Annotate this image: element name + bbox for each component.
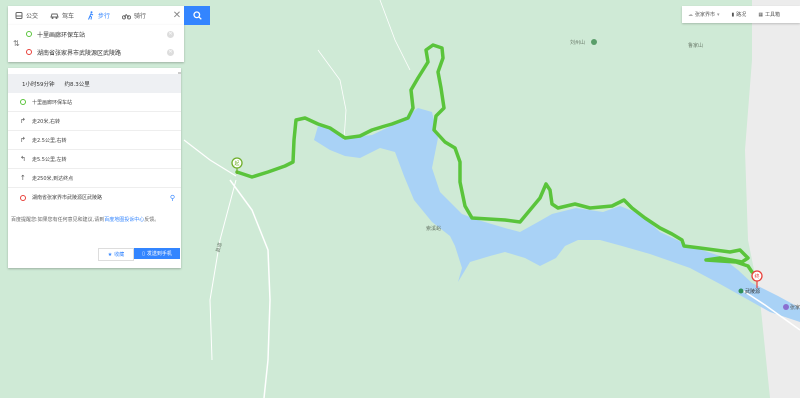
clear-end-button[interactable]: ✕ [167,48,174,56]
distance: 约8.3公里 [64,81,90,88]
star-icon: ★ [107,251,113,258]
map-label-water: 索溪峪 [426,226,442,232]
traffic-button[interactable]: ▮ 路况 [726,6,753,23]
route-step[interactable]: ↱ 走20米,右转 [8,112,181,131]
location-pin-icon: ⚲ [169,193,175,202]
route-step[interactable]: ↰ 走5.5公里,左转 [8,150,181,169]
svg-text:起: 起 [234,161,239,167]
close-icon: ✕ [172,10,182,21]
city-selector[interactable]: ☁ 张家界市 ▾ [682,6,726,23]
start-input[interactable]: 十里画廊环保车站 ✕ [26,27,174,41]
travel-mode-bar: 公交 驾车 步行 骑行 ✕ [8,6,184,25]
route-summary[interactable]: 1小时59分钟 约8.3公里 [8,74,181,93]
svg-text:终: 终 [754,273,759,280]
top-right-toolbar: ☁ 张家界市 ▾ ▮ 路况 ▦ 工具箱 [682,6,800,23]
start-dot-icon [26,31,32,37]
turn-right-icon: ↱ [20,136,26,144]
end-dot-icon [26,49,32,55]
mode-car[interactable]: 驾车 [44,6,80,25]
route-step[interactable]: ↑ 走250米,到达终点 [8,169,181,188]
search-icon [192,11,202,20]
route-step[interactable]: 湖南省张家界市武陵源区武陵路 ⚲ [8,188,181,207]
turn-right-icon: ↱ [20,117,26,125]
search-button[interactable] [184,6,210,25]
mode-bike[interactable]: 骑行 [116,6,152,25]
feedback-link[interactable]: 百度地图投诉中心 [104,217,144,223]
route-step[interactable]: 十里画廊环保车站 [8,93,181,112]
bus-icon [14,11,23,20]
car-icon [50,11,59,20]
phone-icon: ▯ [142,250,145,257]
mode-bus[interactable]: 公交 [8,6,44,25]
map-label-terminal: 武陵源 [745,289,761,295]
clear-start-button[interactable]: ✕ [167,30,174,38]
map-label-poi2: 鲁家山 [688,43,704,49]
bike-icon [122,11,132,20]
route-result-panel: 1小时59分钟 约8.3公里 十里画廊环保车站 ↱ 走20米,右转 ↱ 走2.5… [8,68,181,268]
start-dot-icon [20,99,32,105]
toolbox-button[interactable]: ▦ 工具箱 [752,6,786,23]
route-step[interactable]: ↱ 走2.5公里,右转 [8,131,181,150]
cloud-icon: ☁ [688,11,693,18]
map-label-corner: 张家 [790,305,800,311]
toolbox-icon: ▦ [758,11,764,18]
turn-left-icon: ↰ [20,155,26,163]
route-inputs: ⇅ 十里画廊环保车站 ✕ 湖南省张家界市武陵源区武陵路 ✕ [8,25,184,62]
traffic-light-icon: ▮ [731,11,735,18]
end-dot-icon [20,194,32,201]
mode-walk[interactable]: 步行 [80,6,116,25]
send-to-phone-button[interactable]: ▯ 发送到手机 [134,248,180,259]
walk-icon [86,11,95,20]
straight-icon: ↑ [20,174,26,182]
favorite-button[interactable]: ★ 收藏 [98,248,134,261]
end-input[interactable]: 湖南省张家界市武陵源区武陵路 ✕ [26,45,174,59]
close-button[interactable]: ✕ [170,6,184,25]
duration: 1小时59分钟 [22,81,55,88]
map-label-poi1: 刘州山 [570,40,586,46]
feedback-note: 百度提醒您:如果您有任何意见和建议,请到百度地图投诉中心反馈。 [11,217,160,223]
swap-icon[interactable]: ⇅ [13,39,20,48]
chevron-down-icon: ▾ [717,11,720,18]
